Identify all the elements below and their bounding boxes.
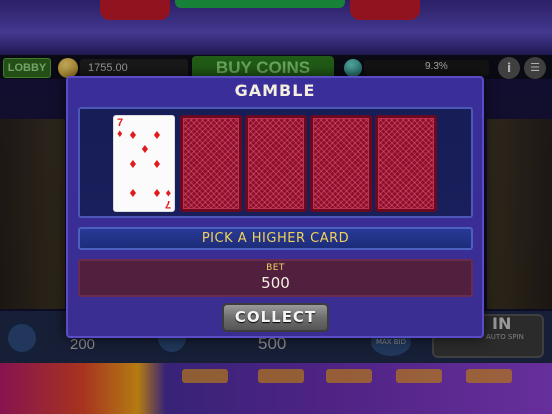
bet-label: BET xyxy=(266,263,285,273)
face-down-card-3[interactable] xyxy=(310,115,372,212)
diamond-pip-icon: ♦ xyxy=(140,143,150,156)
collect-button[interactable]: COLLECT xyxy=(222,303,329,332)
diamond-pip-icon: ♦ xyxy=(128,158,138,171)
diamond-suit-icon: ♦ xyxy=(117,128,123,140)
diamond-pip-icon: ♦ xyxy=(128,187,138,200)
diamond-pip-icon: ♦ xyxy=(128,129,138,142)
card-rank-bottom: 7 ♦ xyxy=(164,187,171,210)
face-down-card-1[interactable] xyxy=(180,115,242,212)
dialog-title: GAMBLE xyxy=(234,81,316,100)
diamond-pip-icon: ♦ xyxy=(152,129,162,142)
card-rank: 7 xyxy=(164,198,171,210)
bet-value: 500 xyxy=(261,274,290,292)
dealer-card: 7 ♦ ♦ ♦ ♦ ♦ ♦ ♦ ♦ 7 ♦ xyxy=(113,115,175,212)
face-down-card-2[interactable] xyxy=(245,115,307,212)
diamond-suit-icon: ♦ xyxy=(165,187,171,199)
instruction-banner: PICK A HIGHER CARD xyxy=(78,227,473,250)
diamond-pip-icon: ♦ xyxy=(152,158,162,171)
diamond-pip-icon: ♦ xyxy=(152,187,162,200)
card-rank-top: 7 ♦ xyxy=(117,118,123,140)
face-down-card-4[interactable] xyxy=(375,115,437,212)
